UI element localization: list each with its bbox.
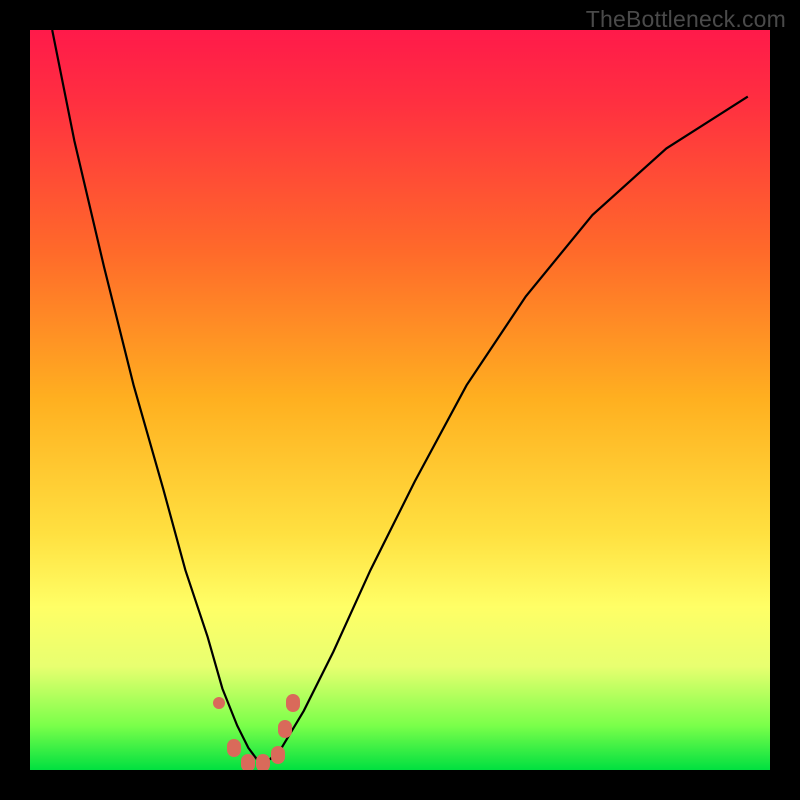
curve-marker — [271, 746, 285, 764]
chart-plot-area — [30, 30, 770, 770]
bottleneck-curve — [30, 30, 770, 770]
curve-marker — [241, 754, 255, 770]
watermark-text: TheBottleneck.com — [586, 6, 786, 33]
curve-marker — [256, 754, 270, 770]
curve-marker — [278, 720, 292, 738]
outer-frame: TheBottleneck.com — [0, 0, 800, 800]
curve-marker — [213, 697, 225, 709]
curve-marker — [227, 739, 241, 757]
curve-marker — [286, 694, 300, 712]
